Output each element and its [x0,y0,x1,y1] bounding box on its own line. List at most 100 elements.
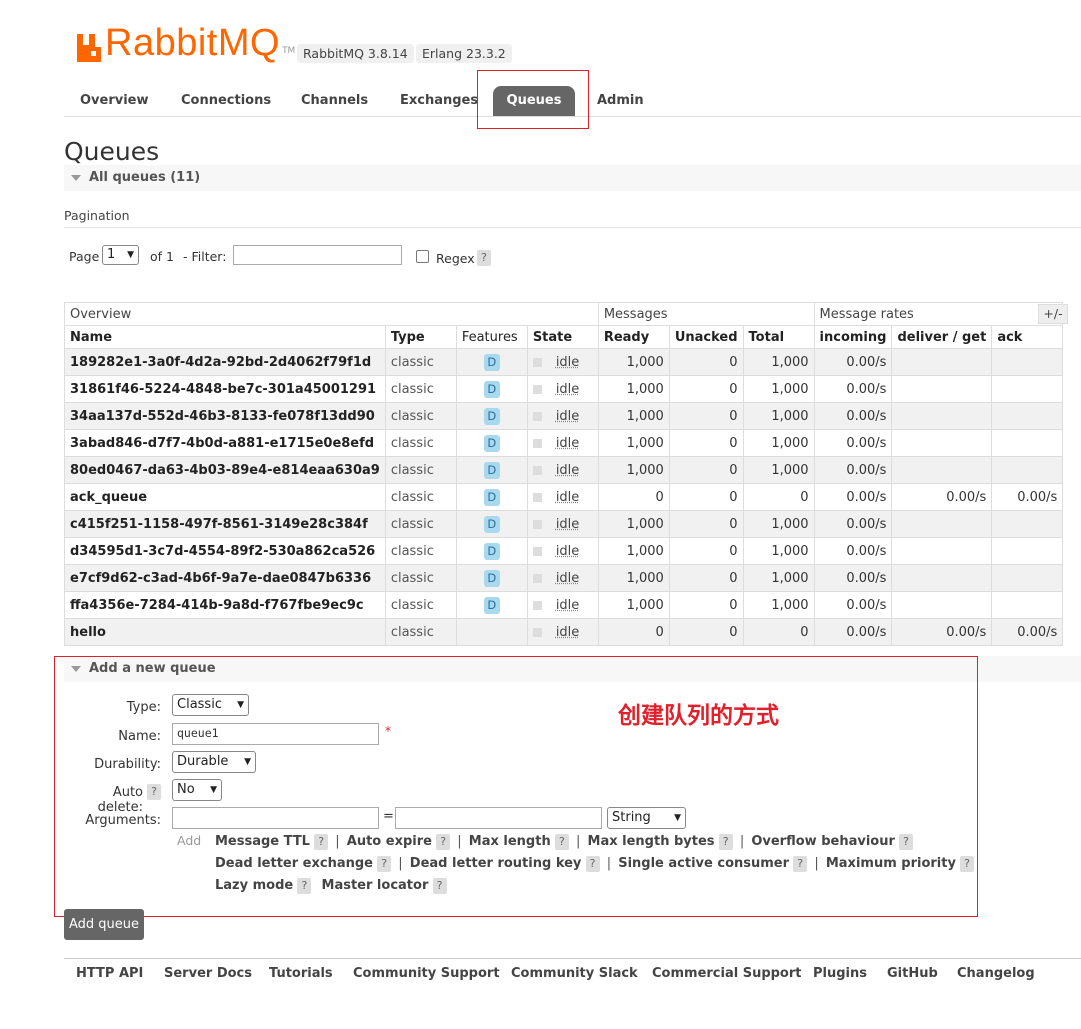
col-header-ack[interactable]: ack [991,325,1064,349]
separator: | [335,834,340,849]
group-header-messages: Messages [597,302,815,326]
tab-overview[interactable]: Overview [80,86,149,116]
queue-name-link[interactable]: hello [64,618,386,646]
name-label: Name: [118,729,161,744]
help-icon[interactable]: ? [554,834,569,850]
page-select[interactable]: 1 ▼ [102,245,139,265]
tab-exchanges[interactable]: Exchanges [400,86,478,116]
arg-link-max-length[interactable]: Max length [469,834,551,849]
state-label: idle [555,570,580,586]
type-select-value: Classic [177,697,222,712]
filter-input[interactable] [233,245,402,265]
footer-link-plugins[interactable]: Plugins [813,966,867,981]
col-header-features: Features [455,325,528,349]
queue-unacked: 0 [668,618,744,646]
col-header-ready[interactable]: Ready [597,325,670,349]
queue-state: idle [526,564,599,592]
state-label: idle [555,435,580,451]
arg-link-auto-expire[interactable]: Auto expire [347,834,432,849]
queue-ready: 1,000 [597,456,670,484]
argument-key-input[interactable] [172,807,379,829]
queue-name-input[interactable]: queue1 [172,723,379,745]
durability-select[interactable]: Durable ▼ [172,751,256,773]
queue-name-link[interactable]: 80ed0467-da63-4b03-89e4-e814eaa630a9 [64,456,386,484]
group-header-message-rates: Message rates [813,302,1064,326]
queue-name-link[interactable]: c415f251-1158-497f-8561-3149e28c384f [64,510,386,538]
arg-link-dead-letter-routing-key[interactable]: Dead letter routing key [410,856,582,871]
regex-checkbox[interactable] [416,250,429,263]
queue-incoming-rate: 0.00/s [813,537,893,565]
queue-name-link[interactable]: ffa4356e-7284-414b-9a8d-f767fbe9ec9c [64,591,386,619]
toggle-columns-button[interactable]: +/- [1038,304,1068,324]
help-icon[interactable]: ? [899,834,914,850]
footer-link-tutorials[interactable]: Tutorials [269,966,333,981]
queue-name-link[interactable]: 34aa137d-552d-46b3-8133-fe078f13dd90 [64,402,386,430]
type-select[interactable]: Classic ▼ [172,694,249,716]
help-icon[interactable]: ? [718,834,733,850]
argument-value-input[interactable] [395,807,602,829]
tab-channels[interactable]: Channels [301,86,368,116]
queue-ack-rate [991,591,1064,619]
footer-link-commercial-support[interactable]: Commercial Support [652,966,802,981]
durable-badge: D [483,407,500,425]
queue-ack-rate [991,456,1064,484]
queue-name-link[interactable]: 31861f46-5224-4848-be7c-301a45001291 [64,375,386,403]
arg-link-master-locator[interactable]: Master locator [322,878,429,893]
queue-name-link[interactable]: 189282e1-3a0f-4d2a-92bd-2d4062f79f1d [64,348,386,376]
erlang-version: Erlang 23.3.2 [416,44,512,63]
help-icon[interactable]: ? [436,834,451,850]
arg-link-message-ttl[interactable]: Message TTL [215,834,310,849]
col-header-name[interactable]: Name [64,325,386,349]
regex-help-icon[interactable]: ? [477,250,491,266]
arg-link-max-length-bytes[interactable]: Max length bytes [588,834,715,849]
queue-unacked: 0 [668,483,744,511]
footer-link-server-docs[interactable]: Server Docs [164,966,252,981]
rabbitmq-logo: RabbitMQ TM [75,22,295,62]
queue-name-link[interactable]: ack_queue [64,483,386,511]
auto-delete-select[interactable]: No ▼ [172,779,222,801]
queue-name-link[interactable]: e7cf9d62-c3ad-4b6f-9a7e-dae0847b6336 [64,564,386,592]
col-header-deliver-get[interactable]: deliver / get [891,325,993,349]
table-row: ack_queue classic Didle 0 0 0 0.00/s 0.00/s 0.00… [64,483,1064,511]
arg-link-dead-letter-exchange[interactable]: Dead letter exchange [215,856,373,871]
help-icon[interactable]: ? [432,878,447,894]
auto-delete-help-icon[interactable]: ? [147,784,161,800]
all-queues-section-header[interactable]: All queues (11) [64,165,1081,191]
footer-link-github[interactable]: GitHub [887,966,938,981]
arg-link-maximum-priority[interactable]: Maximum priority [826,856,956,871]
help-icon[interactable]: ? [314,834,329,850]
queue-name-link[interactable]: 3abad846-d7f7-4b0d-a881-e1715e0e8efd [64,429,386,457]
argument-type-select[interactable]: String ▼ [607,807,686,829]
queue-ready: 1,000 [597,537,670,565]
footer-link-http-api[interactable]: HTTP API [76,966,143,981]
arg-link-lazy-mode[interactable]: Lazy mode [215,878,293,893]
col-header-type[interactable]: Type [384,325,457,349]
queue-features: D [455,429,528,457]
arg-link-overflow-behaviour[interactable]: Overflow behaviour [751,834,895,849]
argument-equals: = [383,809,394,824]
add-queue-button[interactable]: Add queue [64,909,144,940]
help-icon[interactable]: ? [793,856,808,872]
col-header-unacked[interactable]: Unacked [668,325,744,349]
help-icon[interactable]: ? [377,856,392,872]
help-icon[interactable]: ? [585,856,600,872]
help-icon[interactable]: ? [960,856,975,872]
col-header-state[interactable]: State [526,325,599,349]
col-header-total[interactable]: Total [742,325,815,349]
tab-connections[interactable]: Connections [181,86,271,116]
state-idle-icon [532,519,542,529]
arg-link-single-active-consumer[interactable]: Single active consumer [618,856,789,871]
filter-label: - Filter: [183,249,227,264]
col-header-incoming[interactable]: incoming [813,325,893,349]
footer-link-community-slack[interactable]: Community Slack [511,966,638,981]
footer-link-community-support[interactable]: Community Support [353,966,500,981]
help-icon[interactable]: ? [297,878,312,894]
tab-admin[interactable]: Admin [597,86,644,116]
regex-label: Regex [436,251,475,266]
state-label: idle [555,543,580,559]
queue-name-link[interactable]: d34595d1-3c7d-4554-89f2-530a862ca526 [64,537,386,565]
queue-incoming-rate: 0.00/s [813,429,893,457]
footer-link-changelog[interactable]: Changelog [957,966,1035,981]
queue-incoming-rate: 0.00/s [813,564,893,592]
queue-unacked: 0 [668,510,744,538]
